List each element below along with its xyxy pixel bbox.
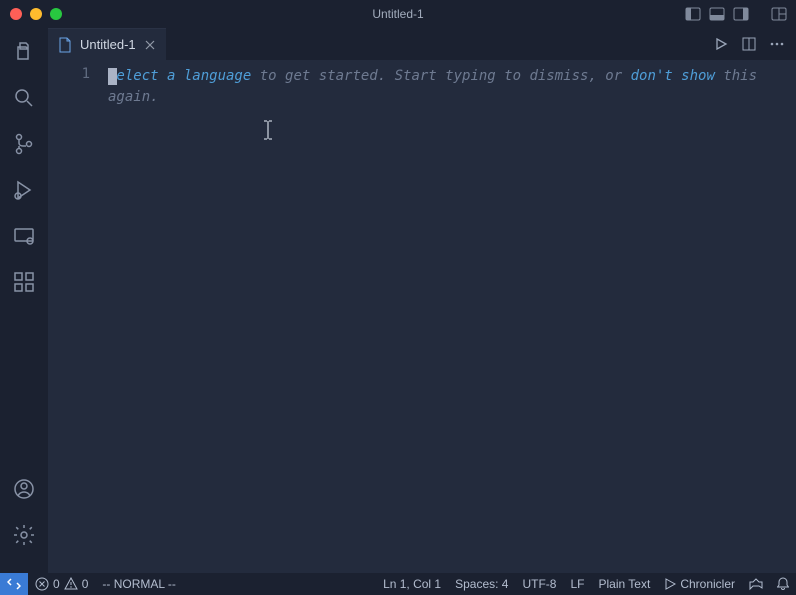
panel-bottom-icon[interactable]: [708, 5, 726, 23]
select-language-link[interactable]: Select a language: [108, 68, 251, 84]
run-debug-icon[interactable]: [10, 176, 38, 204]
panel-right-icon[interactable]: [732, 5, 750, 23]
window-title: Untitled-1: [372, 7, 423, 21]
status-bar: 0 0 -- NORMAL -- Ln 1, Col 1 Spaces: 4 U…: [0, 573, 796, 595]
search-icon[interactable]: [10, 84, 38, 112]
vim-mode-status: -- NORMAL --: [95, 577, 183, 591]
dont-show-link[interactable]: don't show: [631, 68, 715, 84]
chronicler-status[interactable]: Chronicler: [657, 577, 742, 591]
bell-icon[interactable]: [770, 577, 796, 591]
language-mode-status[interactable]: Plain Text: [592, 577, 658, 591]
editor[interactable]: 1 Select a language to get started. Star…: [48, 60, 796, 573]
layout-icon[interactable]: [770, 5, 788, 23]
tab-label: Untitled-1: [80, 37, 136, 52]
line-number: 1: [48, 66, 90, 82]
titlebar: Untitled-1: [0, 0, 796, 28]
remote-explorer-icon[interactable]: [10, 222, 38, 250]
more-icon[interactable]: [768, 35, 786, 53]
gutter: 1: [48, 60, 108, 573]
cursor: [108, 68, 117, 85]
activity-bar: [0, 28, 48, 573]
run-icon[interactable]: [712, 35, 730, 53]
file-icon: [58, 37, 72, 53]
close-icon[interactable]: [144, 39, 156, 51]
record-icon: [664, 578, 676, 590]
window-controls: [0, 8, 62, 20]
source-control-icon[interactable]: [10, 130, 38, 158]
gear-icon[interactable]: [10, 521, 38, 549]
eol-status[interactable]: LF: [563, 577, 591, 591]
close-window[interactable]: [10, 8, 22, 20]
warning-icon: [64, 577, 78, 591]
tab-bar: Untitled-1: [48, 28, 796, 60]
encoding-status[interactable]: UTF-8: [515, 577, 563, 591]
error-icon: [35, 577, 49, 591]
indent-status[interactable]: Spaces: 4: [448, 577, 515, 591]
account-icon[interactable]: [10, 475, 38, 503]
split-editor-icon[interactable]: [740, 35, 758, 53]
maximize-window[interactable]: [50, 8, 62, 20]
feedback-icon[interactable]: [742, 577, 770, 591]
panel-left-icon[interactable]: [684, 5, 702, 23]
editor-hint: Select a language to get started. Start …: [108, 66, 786, 108]
cursor-position-status[interactable]: Ln 1, Col 1: [376, 577, 448, 591]
remote-indicator[interactable]: [0, 573, 28, 595]
tab-untitled[interactable]: Untitled-1: [48, 28, 166, 60]
explorer-icon[interactable]: [10, 38, 38, 66]
text-cursor-icon: [262, 120, 274, 140]
problems-status[interactable]: 0 0: [28, 577, 95, 591]
minimize-window[interactable]: [30, 8, 42, 20]
extensions-icon[interactable]: [10, 268, 38, 296]
